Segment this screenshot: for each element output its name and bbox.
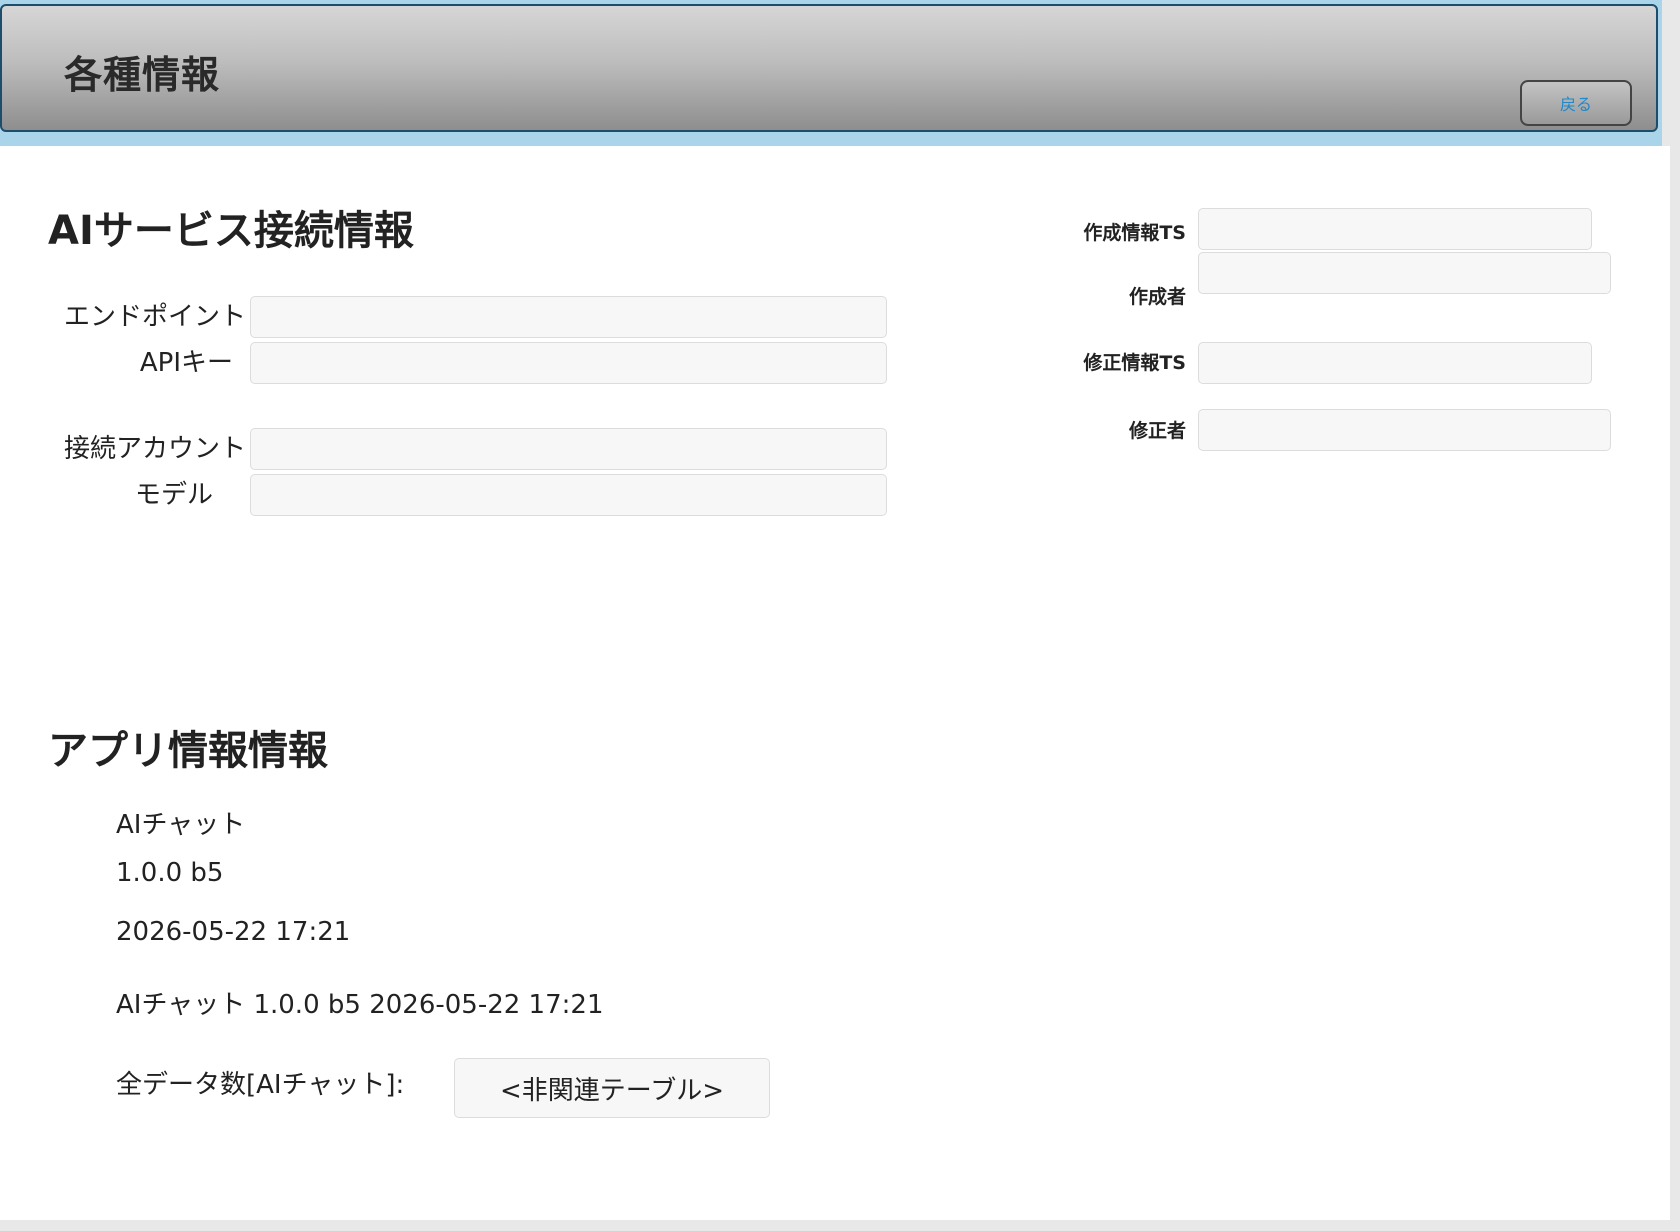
- creator-label: 作成者: [1128, 286, 1186, 308]
- account-label: 接続アカウント: [63, 434, 246, 464]
- modifier-label: 修正者: [1128, 420, 1186, 442]
- app-summary-text: AIチャット 1.0.0 b5 2026-05-22 17:21: [116, 990, 604, 1020]
- back-button[interactable]: 戻る: [1520, 80, 1632, 126]
- app-info-section-title: アプリ情報情報: [48, 728, 328, 774]
- creator-field[interactable]: [1198, 252, 1611, 294]
- account-field[interactable]: [250, 428, 887, 470]
- main-content: AIサービス接続情報 エンドポイント APIキー 接続アカウント モデル 作成情…: [0, 146, 1670, 1220]
- endpoint-field[interactable]: [250, 296, 887, 338]
- record-count-label: 全データ数[AIチャット]:: [116, 1070, 405, 1100]
- api-key-field[interactable]: [250, 342, 887, 384]
- created-ts-field[interactable]: [1198, 208, 1592, 250]
- model-field[interactable]: [250, 474, 887, 516]
- app-window: 各種情報 戻る AIサービス接続情報 エンドポイント APIキー 接続アカウント…: [0, 0, 1680, 1231]
- api-key-label: APIキー: [139, 348, 233, 378]
- modified-ts-label: 修正情報TS: [1083, 352, 1186, 374]
- record-count-value: <非関連テーブル>: [454, 1058, 770, 1118]
- modified-ts-field[interactable]: [1198, 342, 1592, 384]
- modifier-field[interactable]: [1198, 409, 1611, 451]
- ai-service-section-title: AIサービス接続情報: [48, 208, 414, 254]
- header-bar: 各種情報 戻る: [0, 4, 1658, 132]
- model-label: モデル: [134, 480, 213, 510]
- app-version-text: 1.0.0 b5: [116, 858, 224, 888]
- app-build-date-text: 2026-05-22 17:21: [116, 917, 351, 947]
- endpoint-label: エンドポイント: [63, 302, 246, 332]
- page-title: 各種情報: [64, 53, 221, 97]
- created-ts-label: 作成情報TS: [1083, 222, 1186, 244]
- app-name-text: AIチャット: [116, 810, 246, 840]
